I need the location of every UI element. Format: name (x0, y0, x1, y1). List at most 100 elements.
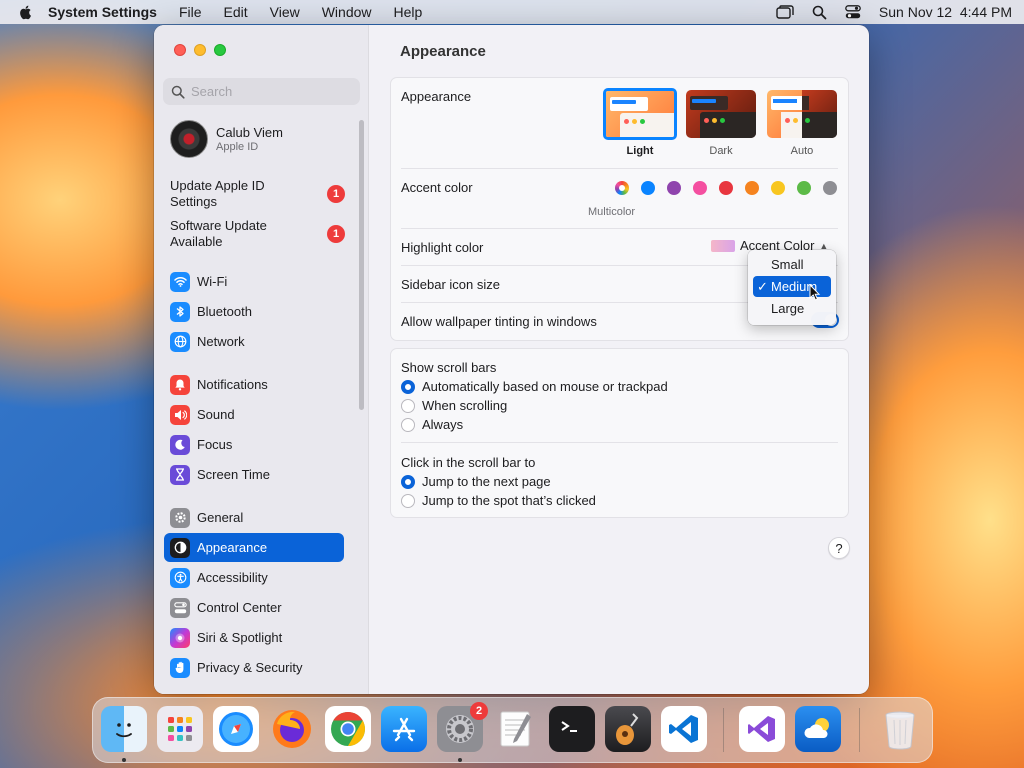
visual-studio-icon[interactable] (739, 706, 785, 752)
menu-option-small[interactable]: Small (753, 254, 831, 275)
vscode-icon[interactable] (661, 706, 707, 752)
sidebar-item-bluetooth[interactable]: Bluetooth (164, 297, 344, 326)
accent-swatch-pink[interactable] (693, 181, 707, 195)
accent-swatch-orange[interactable] (745, 181, 759, 195)
settings-badge: 2 (470, 702, 488, 720)
dock: 2 (92, 697, 933, 763)
radio-scroll-automatic[interactable]: Automatically based on mouse or trackpad (401, 379, 668, 394)
checkmark-icon: ✓ (757, 279, 768, 294)
running-indicator (122, 758, 126, 762)
menu-app-name[interactable]: System Settings (48, 4, 157, 20)
sidebar-item-label: Focus (197, 437, 233, 452)
sidebar-item-sound[interactable]: Sound (164, 400, 344, 429)
control-center-icon[interactable] (845, 5, 861, 19)
accent-swatch-purple[interactable] (667, 181, 681, 195)
divider (401, 228, 838, 229)
appearance-option-dark[interactable] (686, 90, 756, 138)
radio-label: Jump to the next page (422, 474, 551, 489)
apple-id-profile[interactable]: Calub Viem Apple ID (170, 120, 283, 158)
radio-label: Jump to the spot that’s clicked (422, 493, 596, 508)
accent-color-label: Accent color (401, 180, 473, 195)
settings-window: Calub Viem Apple ID Update Apple ID Sett… (154, 25, 869, 694)
radio-button[interactable] (401, 398, 415, 413)
trash-icon[interactable] (877, 706, 923, 752)
radio-button[interactable] (401, 379, 415, 394)
sidebar-item-network[interactable]: Network (164, 327, 344, 356)
sidebar-item-appearance[interactable]: Appearance (164, 533, 344, 562)
terminal-icon[interactable] (549, 706, 595, 752)
radio-button[interactable] (401, 474, 415, 489)
wifi-icon (170, 271, 190, 292)
notice-update-apple-id[interactable]: Update Apple ID Settings 1 (170, 178, 345, 210)
accent-swatch-multicolor[interactable] (615, 181, 629, 195)
accent-swatch-red[interactable] (719, 181, 733, 195)
sidebar-item-label: Wi-Fi (197, 274, 228, 289)
sidebar-item-label: Screen Time (197, 467, 270, 482)
appearance-option-light[interactable] (603, 88, 677, 140)
notice-badge: 1 (327, 185, 345, 203)
weather-icon[interactable] (795, 706, 841, 752)
close-window-button[interactable] (174, 44, 186, 56)
sidebar-item-label: Sound (197, 407, 235, 422)
sidebar-item-control-center[interactable]: Control Center (164, 593, 344, 622)
help-button[interactable]: ? (828, 537, 850, 559)
menu-view[interactable]: View (270, 4, 300, 20)
menu-file[interactable]: File (179, 4, 202, 20)
radio-button[interactable] (401, 493, 415, 508)
sidebar-item-wifi[interactable]: Wi-Fi (164, 267, 344, 296)
sidebar-item-notifications[interactable]: Notifications (164, 370, 344, 399)
firefox-icon[interactable] (269, 706, 315, 752)
chrome-icon[interactable] (325, 706, 371, 752)
sidebar-item-label: Accessibility (197, 570, 268, 585)
menu-window[interactable]: Window (322, 4, 372, 20)
sidebar-item-general[interactable]: General (164, 503, 344, 532)
dock-separator (723, 708, 724, 752)
sidebar-scrollbar[interactable] (359, 120, 364, 410)
accent-swatch-yellow[interactable] (771, 181, 785, 195)
launchpad-icon[interactable] (157, 706, 203, 752)
running-indicator (458, 758, 462, 762)
app-store-icon[interactable] (381, 706, 427, 752)
search-input[interactable] (191, 84, 351, 99)
accessibility-icon (170, 567, 190, 588)
appearance-option-auto[interactable] (767, 90, 837, 138)
notice-software-update[interactable]: Software Update Available 1 (170, 218, 345, 250)
radio-click-next-page[interactable]: Jump to the next page (401, 474, 551, 489)
sidebar-item-privacy-security[interactable]: Privacy & Security (164, 653, 344, 682)
accent-swatch-graphite[interactable] (823, 181, 837, 195)
menu-edit[interactable]: Edit (224, 4, 248, 20)
appearance-option-label: Dark (709, 145, 733, 157)
radio-label: When scrolling (422, 398, 508, 413)
radio-click-spot[interactable]: Jump to the spot that’s clicked (401, 493, 596, 508)
textedit-icon[interactable] (493, 706, 539, 752)
spotlight-search-icon[interactable] (812, 5, 827, 20)
safari-icon[interactable] (213, 706, 259, 752)
sidebar-item-siri-spotlight[interactable]: Siri & Spotlight (164, 623, 344, 652)
sidebar-icon-size-label: Sidebar icon size (401, 277, 500, 292)
radio-scroll-when-scrolling[interactable]: When scrolling (401, 398, 507, 413)
apple-logo-icon[interactable] (18, 4, 34, 20)
sidebar-item-accessibility[interactable]: Accessibility (164, 563, 344, 592)
radio-scroll-always[interactable]: Always (401, 417, 463, 432)
mouse-cursor-icon (809, 284, 821, 301)
radio-button[interactable] (401, 417, 415, 432)
main-pane: Appearance Appearance Light Dark Auto Ac… (370, 25, 869, 694)
sidebar-item-label: Notifications (197, 377, 268, 392)
finder-icon[interactable] (101, 706, 147, 752)
sidebar-item-screen-time[interactable]: Screen Time (164, 460, 344, 489)
menu-clock[interactable]: Sun Nov 12 4:44 PM (879, 4, 1012, 20)
search-field[interactable] (163, 78, 360, 105)
accent-swatch-green[interactable] (797, 181, 811, 195)
sidebar-item-focus[interactable]: Focus (164, 430, 344, 459)
dock-separator (859, 708, 860, 752)
minimize-window-button[interactable] (194, 44, 206, 56)
menu-help[interactable]: Help (394, 4, 423, 20)
appearance-label: Appearance (401, 89, 472, 104)
menu-option-large[interactable]: Large (753, 298, 831, 319)
garageband-icon[interactable] (605, 706, 651, 752)
menu-option-label: Small (771, 257, 804, 272)
menu-bar: System Settings File Edit View Window He… (0, 0, 1024, 24)
zoom-window-button[interactable] (214, 44, 226, 56)
accent-swatch-blue[interactable] (641, 181, 655, 195)
window-switch-icon[interactable] (776, 5, 794, 19)
